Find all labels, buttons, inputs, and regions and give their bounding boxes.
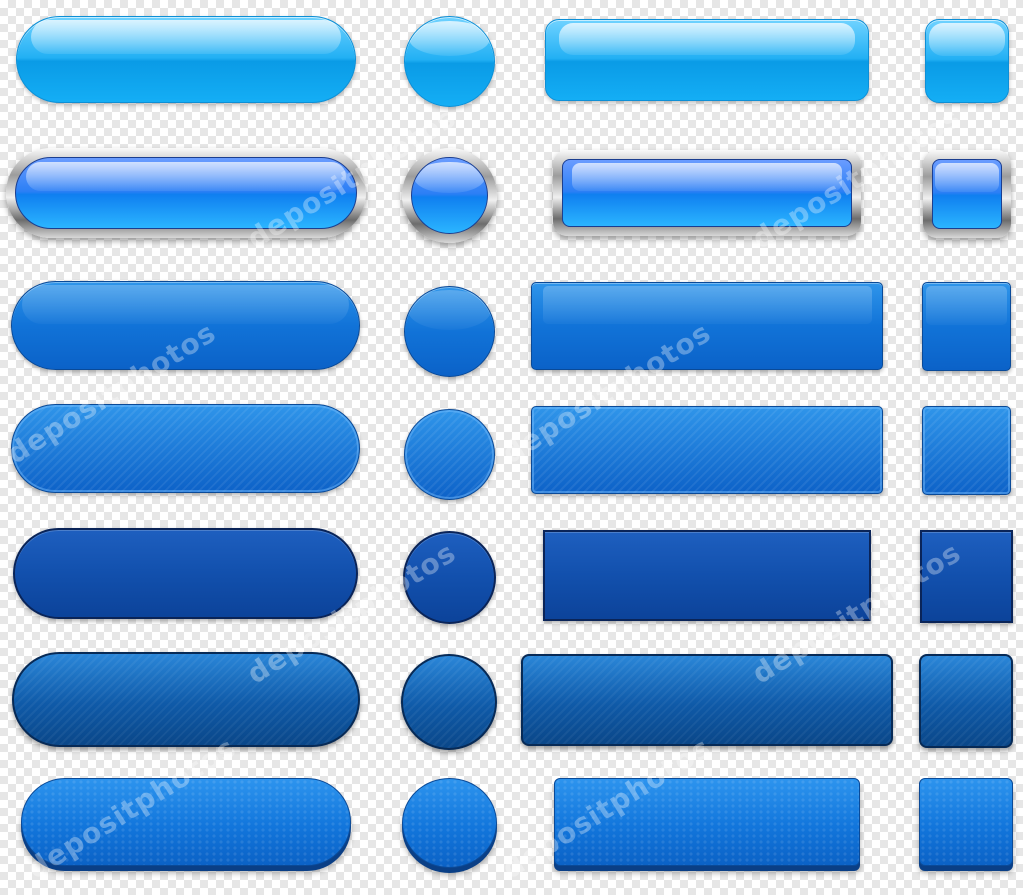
light-square-button[interactable] [925, 19, 1009, 103]
light-rect-button[interactable] [545, 19, 869, 101]
striped-rect-button[interactable] [531, 406, 883, 494]
chrome-circle-button[interactable] [402, 148, 497, 243]
chrome-pill-button[interactable] [6, 148, 366, 238]
hex-circle-button[interactable] [402, 778, 497, 868]
blue-pill-button[interactable] [11, 281, 360, 370]
blue-square-button[interactable] [922, 282, 1011, 371]
light-pill-button[interactable] [16, 16, 356, 103]
hex-pill-button[interactable] [21, 778, 351, 866]
dark-square-button[interactable] [919, 654, 1013, 748]
striped-pill-button[interactable] [11, 404, 360, 493]
dark-pill-button[interactable] [12, 652, 360, 747]
chrome-circle-face [411, 157, 488, 234]
striped-square-button[interactable] [922, 406, 1011, 495]
striped-circle-button[interactable] [404, 409, 495, 500]
light-circle-button[interactable] [404, 16, 495, 107]
navy-square-button[interactable] [920, 530, 1013, 623]
navy-rect-button[interactable] [543, 530, 871, 621]
dark-circle-button[interactable] [401, 654, 497, 750]
blue-circle-button[interactable] [404, 286, 495, 377]
chrome-rect-button[interactable] [553, 150, 861, 236]
chrome-rect-face [562, 159, 852, 227]
navy-circle-button[interactable] [403, 531, 496, 624]
navy-pill-button[interactable] [13, 528, 358, 619]
chrome-square-button[interactable] [923, 150, 1011, 238]
hex-square-button[interactable] [919, 778, 1013, 866]
dark-rect-button[interactable] [521, 654, 893, 746]
blue-rect-button[interactable] [531, 282, 883, 370]
hex-rect-button[interactable] [554, 778, 860, 866]
chrome-square-face [932, 159, 1002, 229]
chrome-pill-face [15, 157, 357, 229]
